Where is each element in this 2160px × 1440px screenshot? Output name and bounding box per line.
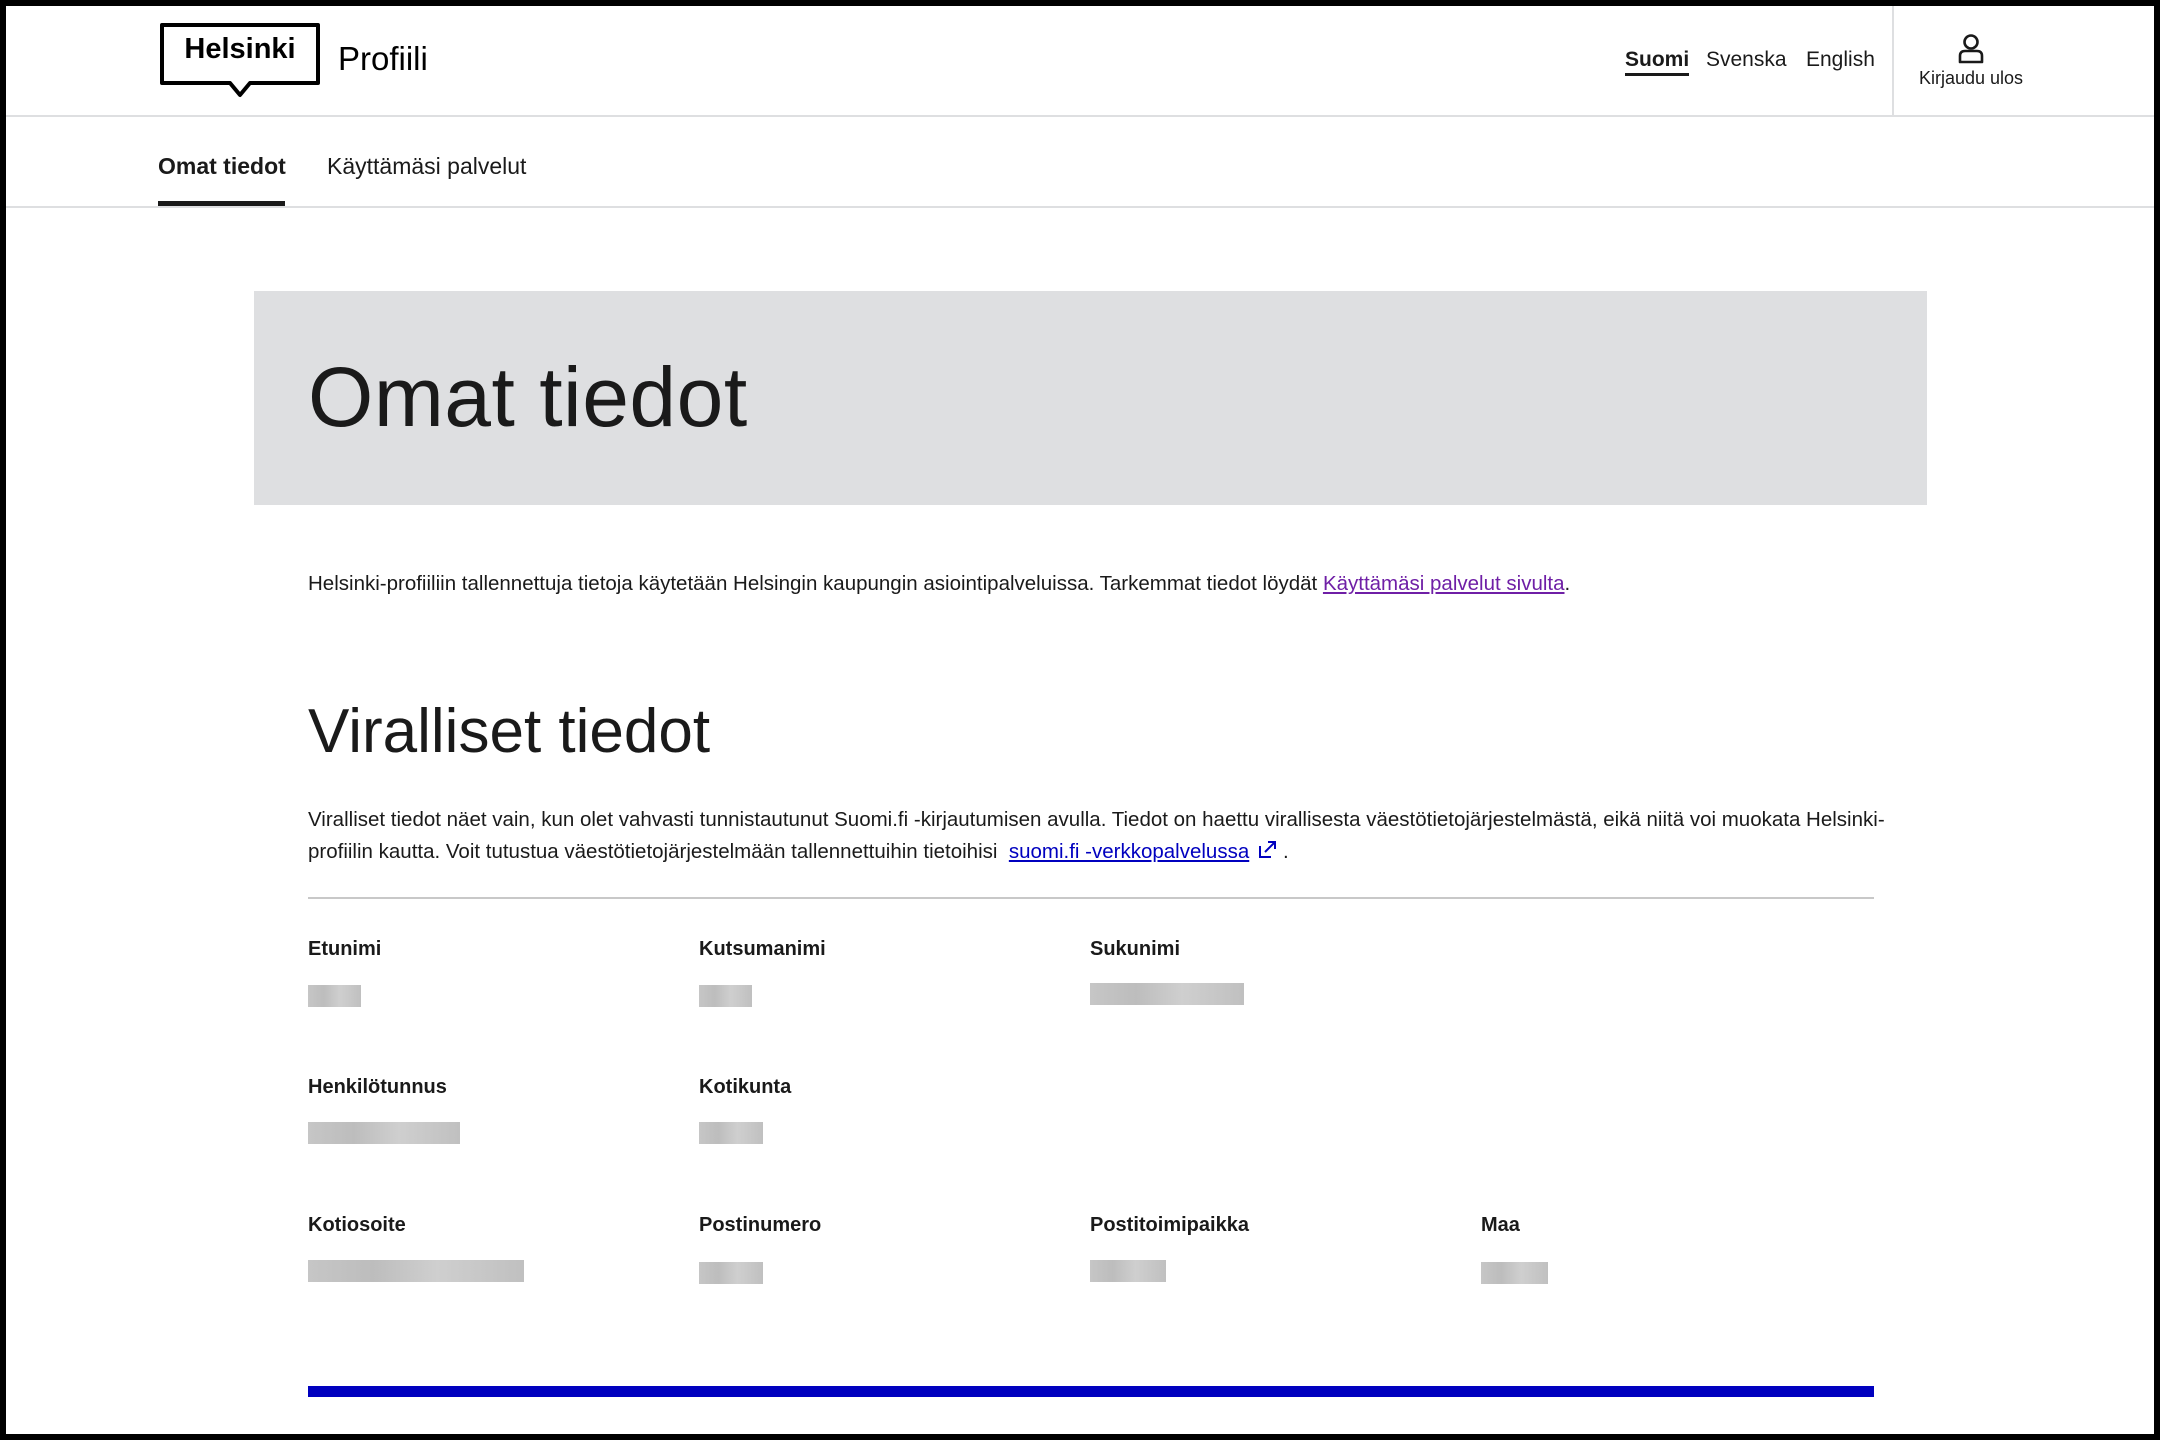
intro-text: Helsinki-profiiliin tallennettuja tietoj… <box>308 569 1908 599</box>
redacted-value <box>699 985 752 1007</box>
field-maa: Maa <box>1481 1214 1520 1237</box>
logo-text: Helsinki <box>184 33 296 65</box>
section-accent-bar <box>308 1386 1874 1397</box>
field-henkilotunnus: Henkilötunnus <box>308 1076 447 1099</box>
field-label: Kotiosoite <box>308 1214 406 1236</box>
field-postinumero: Postinumero <box>699 1214 821 1237</box>
helsinki-logo[interactable]: Helsinki <box>158 21 322 103</box>
field-etunimi: Etunimi <box>308 938 381 961</box>
intro-suffix: . <box>1564 572 1571 595</box>
redacted-value <box>308 1260 524 1282</box>
redacted-value <box>1090 983 1244 1005</box>
field-kotikunta: Kotikunta <box>699 1076 791 1099</box>
active-tab-indicator <box>158 201 285 206</box>
services-page-link[interactable]: Käyttämäsi palvelut sivulta <box>1323 572 1565 595</box>
field-kotiosoite: Kotiosoite <box>308 1214 406 1237</box>
tab-bar: Omat tiedot Käyttämäsi palvelut <box>6 117 2154 208</box>
section-title-official: Viralliset tiedot <box>308 697 711 766</box>
page-title: Omat tiedot <box>308 350 748 444</box>
user-icon <box>1958 34 1984 64</box>
redacted-value <box>308 985 361 1007</box>
language-english[interactable]: English <box>1806 48 1875 72</box>
field-label: Henkilötunnus <box>308 1076 447 1098</box>
page-hero: Omat tiedot <box>254 291 1927 505</box>
section-divider <box>308 897 1874 899</box>
app-name: Profiili <box>338 40 428 77</box>
field-label: Kotikunta <box>699 1076 792 1098</box>
section-description: Viralliset tiedot näet vain, kun olet va… <box>308 804 1888 868</box>
language-svenska[interactable]: Svenska <box>1706 48 1787 72</box>
redacted-value <box>699 1122 763 1144</box>
field-label: Sukunimi <box>1090 938 1181 960</box>
redacted-value <box>308 1122 460 1144</box>
redacted-value <box>699 1262 763 1284</box>
description-suffix: . <box>1282 840 1289 863</box>
field-label: Postitoimipaikka <box>1090 1214 1249 1236</box>
tab-omat-tiedot[interactable]: Omat tiedot <box>158 153 286 180</box>
field-label: Kutsumanimi <box>699 938 826 960</box>
intro-text-body: Helsinki-profiiliin tallennettuja tietoj… <box>308 572 1323 595</box>
logout-label: Kirjaudu ulos <box>1918 68 2024 88</box>
field-label: Postinumero <box>699 1214 822 1236</box>
redacted-value <box>1481 1262 1548 1284</box>
site-header: Helsinki Profiili Suomi Svenska English … <box>6 6 2154 117</box>
field-label: Etunimi <box>308 938 382 960</box>
browser-viewport: Helsinki Profiili Suomi Svenska English … <box>6 6 2154 1434</box>
external-link-icon <box>1259 841 1277 858</box>
redacted-value <box>1090 1260 1166 1282</box>
field-kutsumanimi: Kutsumanimi <box>699 938 826 961</box>
field-label: Maa <box>1481 1214 1520 1236</box>
language-suomi[interactable]: Suomi <box>1625 48 1690 76</box>
suomi-fi-link[interactable]: suomi.fi -verkkopalvelussa <box>1009 840 1249 863</box>
tab-kayttamasi-palvelut[interactable]: Käyttämäsi palvelut <box>327 153 526 180</box>
logout-button[interactable]: Kirjaudu ulos <box>1894 6 2048 117</box>
field-sukunimi: Sukunimi <box>1090 938 1180 961</box>
field-postitoimipaikka: Postitoimipaikka <box>1090 1214 1249 1237</box>
